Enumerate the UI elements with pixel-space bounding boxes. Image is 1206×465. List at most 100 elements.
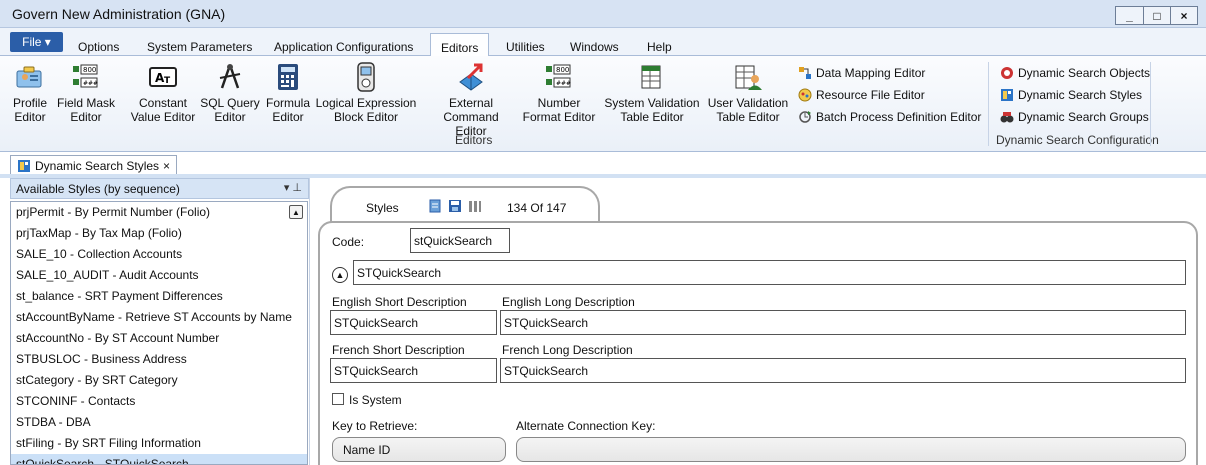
number-format-icon: 800 ###	[544, 62, 574, 92]
group-label-editors: Editors	[455, 133, 493, 147]
menu-options[interactable]: Options	[78, 40, 119, 54]
file-menu-button[interactable]: File ▾	[10, 32, 63, 52]
close-button[interactable]: ×	[1170, 7, 1197, 24]
ribbon-label: SQL Query	[200, 96, 260, 110]
formula-editor-button[interactable]: Formula Editor	[265, 62, 311, 124]
user-table-icon	[733, 62, 763, 92]
list-item[interactable]: stAccountByName - Retrieve ST Accounts b…	[11, 307, 307, 328]
ribbon-label: User Validation	[707, 96, 789, 110]
english-long-field[interactable]: STQuickSearch	[500, 310, 1186, 335]
resource-file-editor-button[interactable]: Resource File Editor	[798, 88, 925, 102]
save-icon[interactable]	[448, 199, 462, 213]
menu-utilities[interactable]: Utilities	[506, 40, 545, 54]
ribbon-label: Table Editor	[620, 110, 684, 124]
record-counter: 134 Of 147	[507, 201, 567, 215]
search-styles-icon	[1000, 88, 1014, 102]
menu-system-parameters[interactable]: System Parameters	[147, 40, 252, 54]
key-to-retrieve-label: Key to Retrieve:	[332, 419, 418, 433]
menu-application-configurations[interactable]: Application Configurations	[274, 40, 413, 54]
list-item[interactable]: stCategory - By SRT Category	[11, 370, 307, 391]
styles-list[interactable]: prjPermit - By Permit Number (Folio) prj…	[10, 201, 308, 465]
user-validation-table-editor-button[interactable]: User Validation Table Editor	[704, 62, 792, 124]
style-form: Code: stQuickSearch ▲ STQuickSearch Engl…	[318, 221, 1198, 465]
menu-help[interactable]: Help	[647, 40, 672, 54]
svg-text:T: T	[164, 76, 171, 86]
list-item[interactable]: SALE_10_AUDIT - Audit Accounts	[11, 265, 307, 286]
constant-value-editor-button[interactable]: AT Constant Value Editor	[124, 62, 202, 124]
english-short-label: English Short Description	[332, 295, 467, 309]
menu-editors[interactable]: Editors	[430, 33, 490, 57]
code-field[interactable]: stQuickSearch	[410, 228, 510, 253]
maximize-button[interactable]: □	[1143, 7, 1170, 24]
english-short-field[interactable]: STQuickSearch	[330, 310, 497, 335]
alternate-connection-key-field[interactable]	[516, 437, 1186, 462]
list-item[interactable]: stFiling - By SRT Filing Information	[11, 433, 307, 454]
ribbon-label: Table Editor	[716, 110, 780, 124]
panel-title: Available Styles (by sequence)	[16, 182, 180, 196]
window-title: Govern New Administration (GNA)	[12, 6, 226, 22]
french-short-field[interactable]: STQuickSearch	[330, 358, 497, 383]
svg-text:800: 800	[556, 66, 569, 74]
logical-expression-block-editor-button[interactable]: Logical Expression Block Editor	[314, 62, 418, 124]
batch-process-icon	[798, 110, 812, 124]
list-item[interactable]: prjTaxMap - By Tax Map (Folio)	[11, 223, 307, 244]
dynamic-search-groups-button[interactable]: Dynamic Search Groups	[1000, 110, 1149, 124]
style-detail-panel: Styles 134 Of 147 Code: stQuickSearch ▲ …	[318, 182, 1198, 465]
group-separator	[988, 62, 989, 146]
calculator-icon	[273, 62, 303, 92]
collapse-icon[interactable]: ▲	[332, 267, 348, 283]
list-item[interactable]: stAccountNo - By ST Account Number	[11, 328, 307, 349]
ribbon-small-label: Dynamic Search Groups	[1018, 110, 1149, 124]
arrow-cube-icon	[456, 62, 486, 92]
ribbon-label: Editor	[272, 110, 304, 124]
code-label: Code:	[332, 235, 365, 249]
minimize-button[interactable]: _	[1116, 7, 1143, 24]
number-format-editor-button[interactable]: 800 ### Number Format Editor	[518, 62, 600, 124]
list-item[interactable]: STCONINF - Contacts	[11, 391, 307, 412]
ribbon-label: Editor	[214, 110, 246, 124]
ribbon-label: Number	[537, 96, 581, 110]
ribbon-label: Formula	[265, 96, 310, 110]
field-mask-editor-button[interactable]: 800 ### Field Mask Editor	[56, 62, 116, 124]
dynamic-search-styles-button[interactable]: Dynamic Search Styles	[1000, 88, 1142, 102]
is-system-checkbox[interactable]	[332, 393, 344, 405]
group-separator	[1150, 62, 1151, 146]
available-styles-panel: Available Styles (by sequence) ▾ ⊥ prjPe…	[10, 178, 310, 465]
pin-icon[interactable]: ▾ ⊥	[284, 181, 302, 194]
list-item[interactable]: STBUSLOC - Business Address	[11, 349, 307, 370]
list-item[interactable]: SALE_10 - Collection Accounts	[11, 244, 307, 265]
close-tab-icon[interactable]: ×	[163, 159, 170, 173]
dynamic-search-objects-button[interactable]: Dynamic Search Objects	[1000, 66, 1150, 80]
french-long-field[interactable]: STQuickSearch	[500, 358, 1186, 383]
ribbon-label: Block Editor	[333, 110, 399, 124]
batch-process-definition-editor-button[interactable]: Batch Process Definition Editor	[798, 110, 981, 124]
scroll-up-button[interactable]: ▲	[289, 205, 303, 219]
styles-tab[interactable]: Styles 134 Of 147	[330, 186, 600, 223]
style-title-field[interactable]: STQuickSearch	[353, 260, 1186, 285]
tab-label: Dynamic Search Styles	[35, 159, 160, 173]
data-mapping-editor-button[interactable]: Data Mapping Editor	[798, 66, 925, 80]
search-styles-icon	[17, 159, 31, 173]
ribbon-label: Value Editor	[130, 110, 196, 124]
data-mapping-icon	[798, 66, 812, 80]
external-command-editor-button[interactable]: External Command Editor	[426, 62, 516, 138]
list-item[interactable]: prjPermit - By Permit Number (Folio)	[11, 202, 307, 223]
list-item[interactable]: st_balance - SRT Payment Differences	[11, 286, 307, 307]
profile-editor-button[interactable]: Profile Editor	[8, 62, 52, 124]
ribbon-label: Constant	[138, 96, 188, 110]
title-bar: Govern New Administration (GNA) _ □ ×	[0, 0, 1206, 28]
ribbon-small-label: Dynamic Search Objects	[1018, 66, 1151, 80]
menu-windows[interactable]: Windows	[570, 40, 619, 54]
tab-dynamic-search-styles[interactable]: Dynamic Search Styles ×	[10, 155, 178, 176]
list-item[interactable]: STDBA - DBA	[11, 412, 307, 433]
system-validation-table-editor-button[interactable]: System Validation Table Editor	[602, 62, 702, 124]
french-long-label: French Long Description	[502, 343, 633, 357]
list-item-selected[interactable]: stQuickSearch - STQuickSearch	[11, 454, 307, 464]
document-icon[interactable]	[428, 199, 442, 213]
columns-icon[interactable]	[468, 199, 482, 213]
window-controls: _ □ ×	[1115, 6, 1198, 25]
ribbon-label: Editor	[70, 110, 102, 124]
sql-query-editor-button[interactable]: SQL Query Editor	[198, 62, 262, 124]
ribbon-label: External	[448, 96, 494, 110]
key-to-retrieve-field[interactable]: Name ID	[332, 437, 506, 462]
